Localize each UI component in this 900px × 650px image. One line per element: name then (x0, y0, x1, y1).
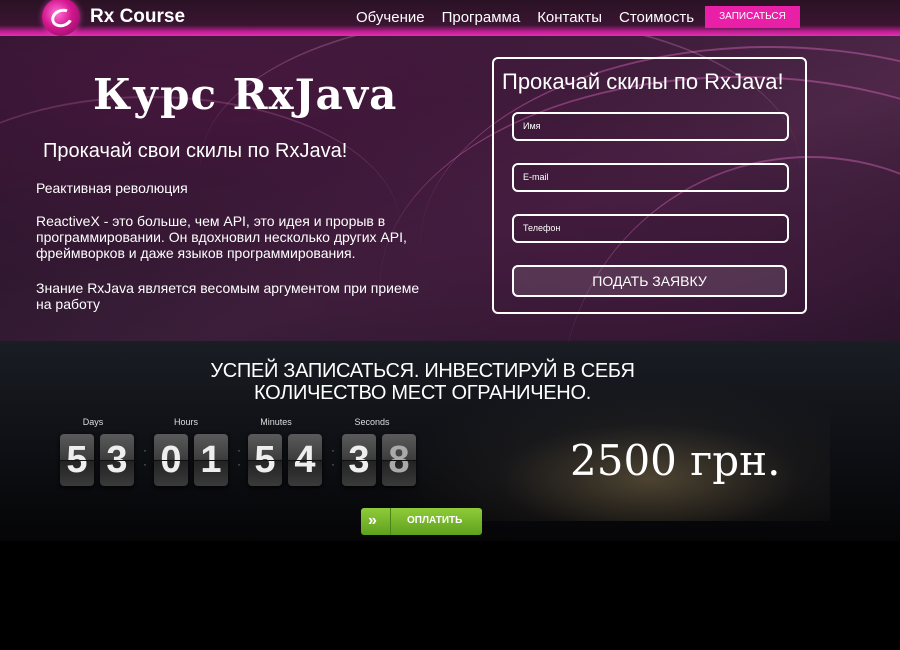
colon-separator: · · (331, 443, 335, 471)
colon-separator: · · (143, 443, 147, 471)
seconds-digit-1: 3 (342, 434, 376, 486)
minutes-label: Minutes (260, 417, 292, 427)
email-field[interactable]: E-mail (512, 163, 789, 192)
countdown-heading-line1: УСПЕЙ ЗАПИСАТЬСЯ. ИНВЕСТИРУЙ В СЕБЯ (210, 360, 635, 382)
hero-section: Курс RxJava Прокачай свои скилы по RxJav… (0, 36, 900, 341)
logo-text[interactable]: Rx Course (90, 6, 185, 28)
seconds-digit-2: 8 (382, 434, 416, 486)
submit-button[interactable]: ПОДАТЬ ЗАЯВКУ (512, 265, 787, 297)
nav-link-training[interactable]: Обучение (356, 9, 425, 26)
nav-link-contacts[interactable]: Контакты (537, 9, 602, 26)
seconds-label: Seconds (354, 417, 390, 427)
hero-paragraph-2: ReactiveX - это больше, чем API, это иде… (36, 213, 407, 261)
countdown-section: УСПЕЙ ЗАПИСАТЬСЯ. ИНВЕСТИРУЙ В СЕБЯ КОЛИ… (0, 341, 900, 541)
hours-digit-2: 1 (194, 434, 228, 486)
hero-title: Курс RxJava (93, 70, 398, 119)
phone-field[interactable]: Телефон (512, 214, 789, 243)
logo-icon[interactable] (42, 0, 80, 36)
hours-label: Hours (173, 417, 198, 427)
footer-dark-area (0, 541, 900, 650)
countdown-heading-line2: КОЛИЧЕСТВО МЕСТ ОГРАНИЧЕНО. (254, 382, 591, 404)
double-chevron-right-icon: » (368, 512, 377, 529)
course-price: 2500 грн. (570, 436, 781, 485)
pay-button-label: ОПЛАТИТЬ (407, 515, 463, 526)
days-label: Days (82, 417, 104, 427)
hero-paragraph-1: Реактивная революция (36, 180, 188, 196)
nav-link-program[interactable]: Программа (442, 9, 521, 26)
nav-links: Обучение Программа Контакты Стоимость (356, 9, 694, 26)
minutes-digit-2: 4 (288, 434, 322, 486)
signup-button[interactable]: ЗАПИСАТЬСЯ (705, 6, 800, 28)
minutes-digit-1: 5 (248, 434, 282, 486)
days-digit-1: 5 (60, 434, 94, 486)
nav-link-price[interactable]: Стоимость (619, 9, 694, 26)
navbar: Rx Course Обучение Программа Контакты Ст… (0, 0, 900, 36)
pay-button[interactable]: » ОПЛАТИТЬ (361, 508, 482, 535)
colon-separator: · · (237, 443, 241, 471)
hero-paragraph-3: Знание RxJava является весомым аргументо… (36, 280, 420, 312)
name-field[interactable]: Имя (512, 112, 789, 141)
pay-icon-container: » (361, 508, 391, 535)
signup-form: Прокачай скилы по RxJava! Имя E-mail Тел… (492, 57, 807, 314)
days-digit-2: 3 (100, 434, 134, 486)
hours-digit-1: 0 (154, 434, 188, 486)
hero-subtitle: Прокачай свои скилы по RxJava! (43, 140, 348, 162)
form-title: Прокачай скилы по RxJava! (502, 69, 784, 94)
